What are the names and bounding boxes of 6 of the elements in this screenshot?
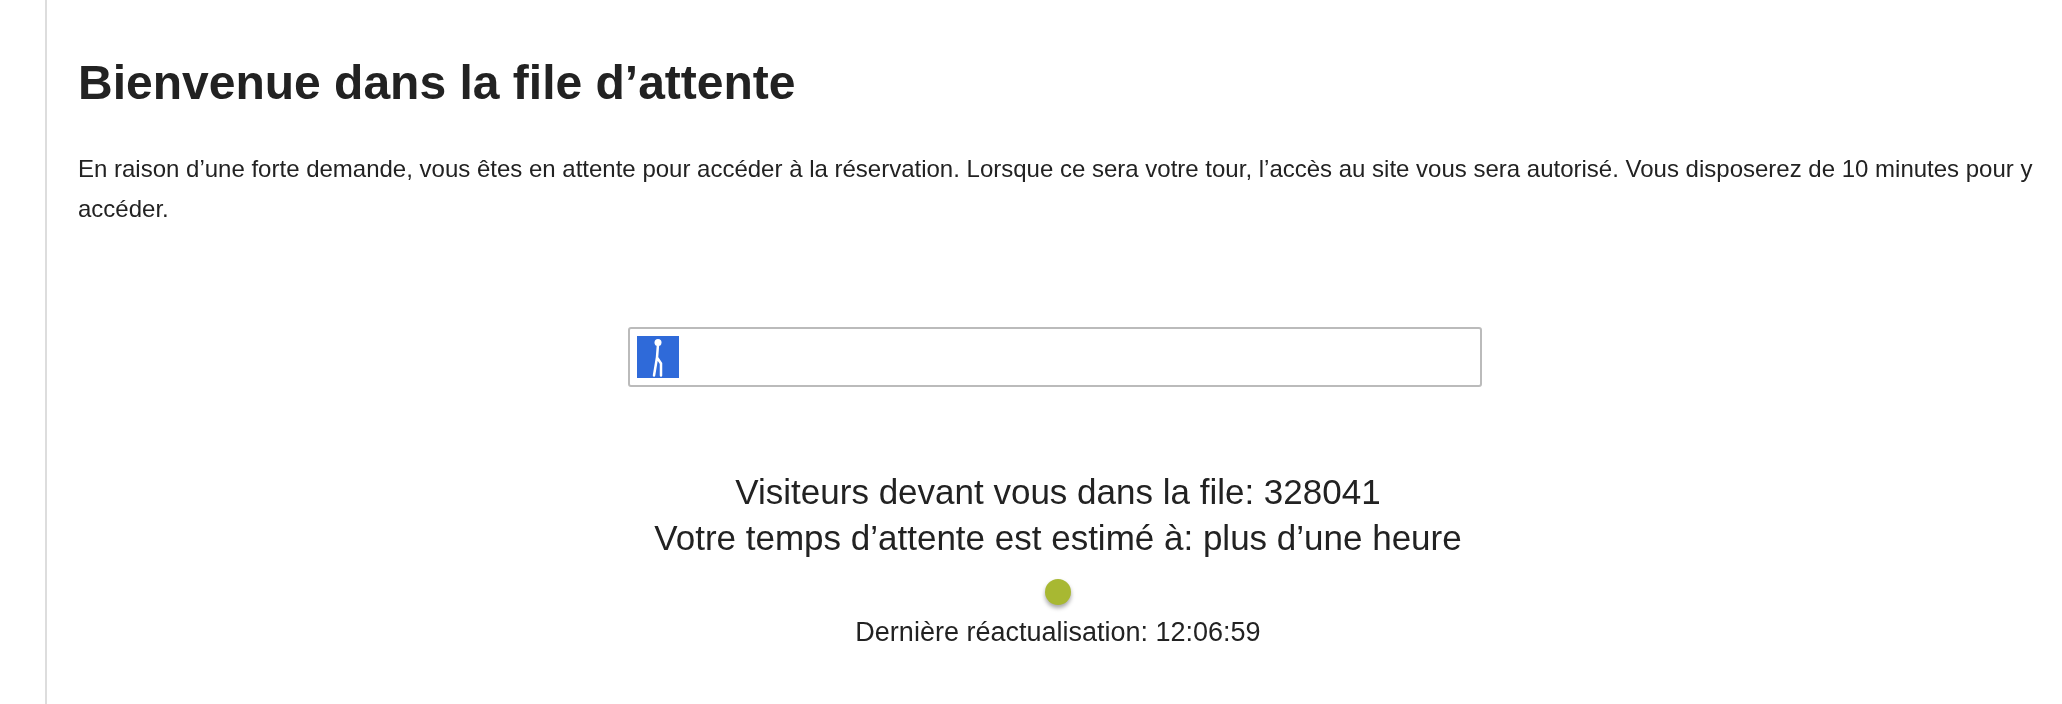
queue-info-text: Votre temps d’attente est estimé à: plus d’une heure xyxy=(654,517,1462,559)
last-refresh-text: Dernière réactualisation: 12:06:59 xyxy=(855,617,1261,648)
walking-figure-icon xyxy=(652,337,664,377)
queue-info-text: Visiteurs devant vous dans la file: 328041 xyxy=(735,471,1381,513)
intro-paragraph: En raison d’une forte demande, vous êtes en attente pour accéder à la réservation. Lorsque ce sera votre tour, l’accès au site vous sera autorisé. Vous disposerez de 10 minutes pour y accéder. xyxy=(78,154,2034,224)
page-title: Bienvenue dans la file d’attente xyxy=(78,55,797,111)
